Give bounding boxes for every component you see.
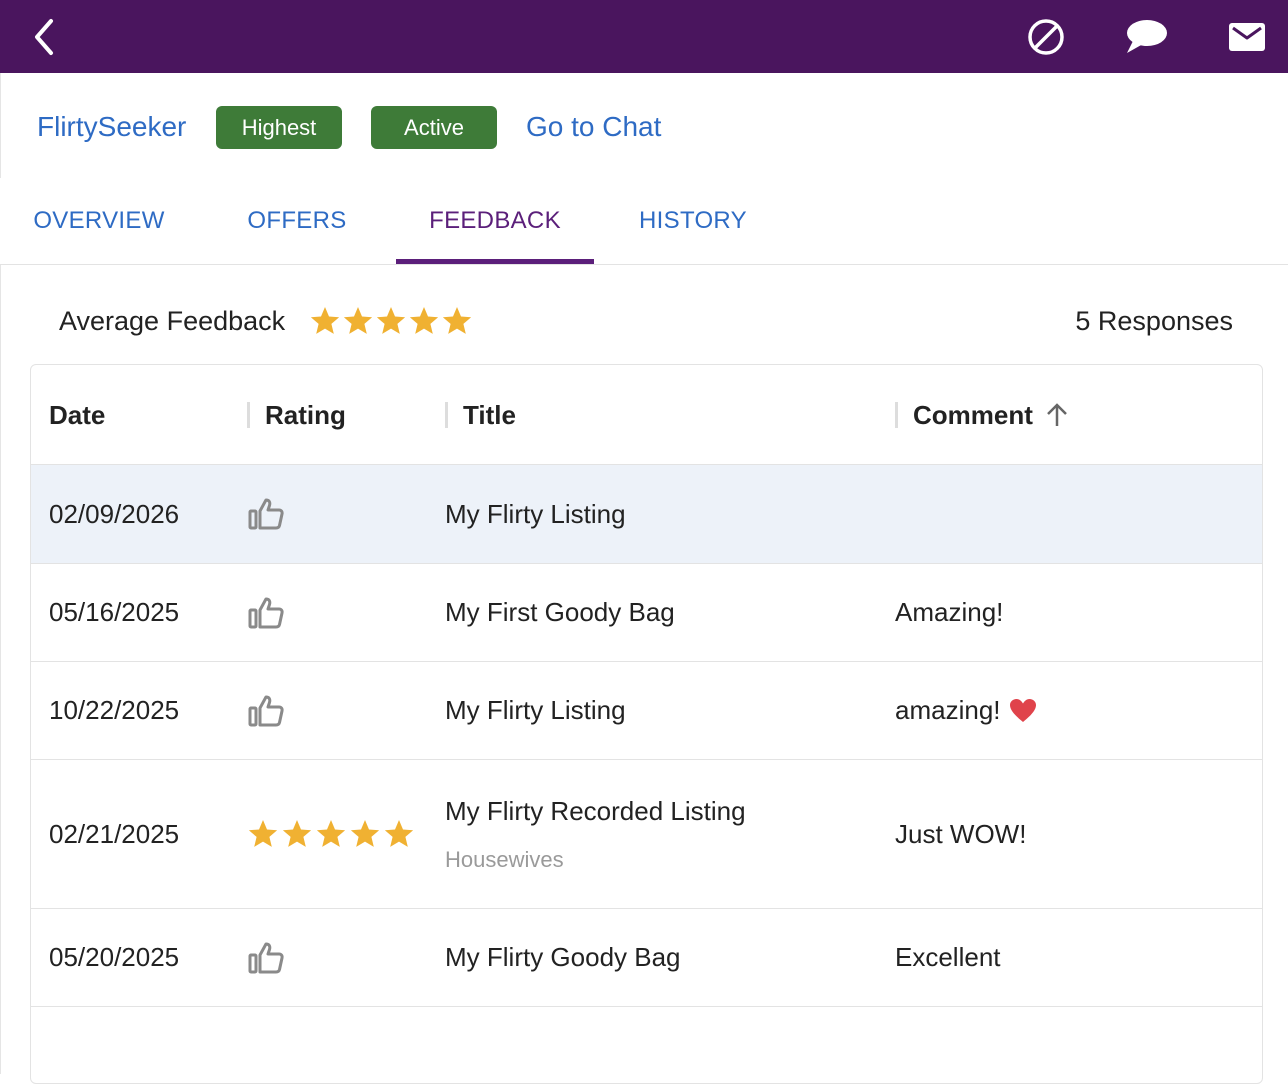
cell-date: 02/21/2025 (49, 818, 180, 849)
profile-header: FlirtySeeker Highest Active Go to Chat (0, 73, 1288, 178)
mail-icon (1229, 22, 1265, 51)
username-link[interactable]: FlirtySeeker (37, 110, 186, 144)
star-icon (383, 818, 415, 850)
go-to-chat-link[interactable]: Go to Chat (526, 110, 661, 144)
feedback-table: Date Rating Title Comment 02/09/2026 My … (30, 364, 1263, 1084)
thumbs-up-icon (247, 497, 285, 531)
column-header-title[interactable]: Title (445, 365, 516, 465)
table-row[interactable]: 02/21/2025 My Flirty Recorded Listing Ho… (31, 760, 1262, 909)
column-header-label: Date (49, 399, 106, 430)
tab-feedback[interactable]: FEEDBACK (396, 178, 594, 264)
cell-date: 05/20/2025 (49, 942, 180, 972)
column-header-date[interactable]: Date (49, 365, 105, 465)
cell-title: My First Goody Bag (445, 597, 675, 627)
feedback-panel: Average Feedback 5 Responses Date Rating… (0, 265, 1288, 1084)
table-row[interactable]: 05/16/2025 My First Goody Bag Amazing! (31, 564, 1262, 662)
star-icon (349, 818, 381, 850)
active-tab-indicator (396, 259, 594, 264)
star-icon (315, 818, 347, 850)
star-icon (342, 305, 374, 337)
responses-count: 5 Responses (1075, 306, 1233, 336)
tab-bar: OVERVIEW OFFERS FEEDBACK HISTORY (0, 178, 1288, 265)
column-header-rating[interactable]: Rating (247, 365, 346, 465)
cell-rating (247, 909, 285, 1006)
rating-stars (247, 818, 415, 850)
star-icon (281, 818, 313, 850)
cell-comment: Amazing! (895, 597, 1004, 627)
cell-rating (247, 564, 285, 661)
table-row[interactable]: 05/20/2025 My Flirty Goody Bag Excellent (31, 909, 1262, 1007)
column-header-label: Comment (913, 399, 1033, 430)
cell-rating (247, 760, 415, 908)
thumbs-up-icon (247, 941, 285, 975)
column-separator (445, 402, 448, 428)
sort-ascending-icon[interactable] (1045, 402, 1069, 428)
tab-history[interactable]: HISTORY (594, 178, 792, 264)
table-row[interactable]: 10/22/2025 My Flirty Listing amazing! (31, 662, 1262, 760)
cell-rating (247, 662, 285, 759)
table-header: Date Rating Title Comment (31, 365, 1262, 465)
tab-overview[interactable]: OVERVIEW (0, 178, 198, 264)
badge-active: Active (371, 106, 497, 149)
chat-button[interactable] (1118, 0, 1174, 73)
cell-title: My Flirty Listing (445, 695, 626, 725)
cell-title: My Flirty Goody Bag (445, 942, 681, 972)
back-button[interactable] (22, 0, 66, 73)
heart-icon (1009, 698, 1037, 724)
star-icon (247, 818, 279, 850)
cell-comment: amazing! (895, 662, 1037, 759)
star-icon (309, 305, 341, 337)
top-bar (0, 0, 1288, 73)
block-user-button[interactable] (1022, 0, 1070, 73)
star-icon (441, 305, 473, 337)
star-icon (408, 305, 440, 337)
badge-highest: Highest (216, 106, 342, 149)
table-row[interactable]: 02/09/2026 My Flirty Listing (31, 465, 1262, 564)
star-icon (375, 305, 407, 337)
average-feedback-label: Average Feedback (59, 306, 286, 336)
cell-date: 05/16/2025 (49, 597, 180, 627)
chevron-left-icon (35, 18, 53, 55)
chat-bubble-icon (1127, 19, 1167, 53)
cell-title: My Flirty Recorded Listing Housewives (445, 760, 746, 908)
title-text: My Flirty Recorded Listing (445, 795, 746, 826)
column-separator (895, 402, 898, 428)
block-icon (1028, 18, 1064, 55)
thumbs-up-icon (247, 596, 285, 630)
cell-rating (247, 465, 285, 563)
column-separator (247, 402, 250, 428)
cell-date: 02/09/2026 (49, 498, 180, 529)
cell-title: My Flirty Listing (445, 498, 626, 529)
column-header-label: Rating (265, 399, 346, 430)
comment-text: amazing! (895, 695, 1001, 725)
cell-comment: Excellent (895, 942, 1001, 972)
column-header-label: Title (463, 399, 516, 430)
cell-date: 10/22/2025 (49, 695, 180, 725)
column-header-comment[interactable]: Comment (895, 365, 1069, 465)
tab-offers[interactable]: OFFERS (198, 178, 396, 264)
category-text: Housewives (445, 846, 564, 872)
thumbs-up-icon (247, 694, 285, 728)
average-feedback-stars (309, 305, 473, 337)
cell-comment: Just WOW! (895, 818, 1027, 849)
mail-button[interactable] (1222, 0, 1272, 73)
